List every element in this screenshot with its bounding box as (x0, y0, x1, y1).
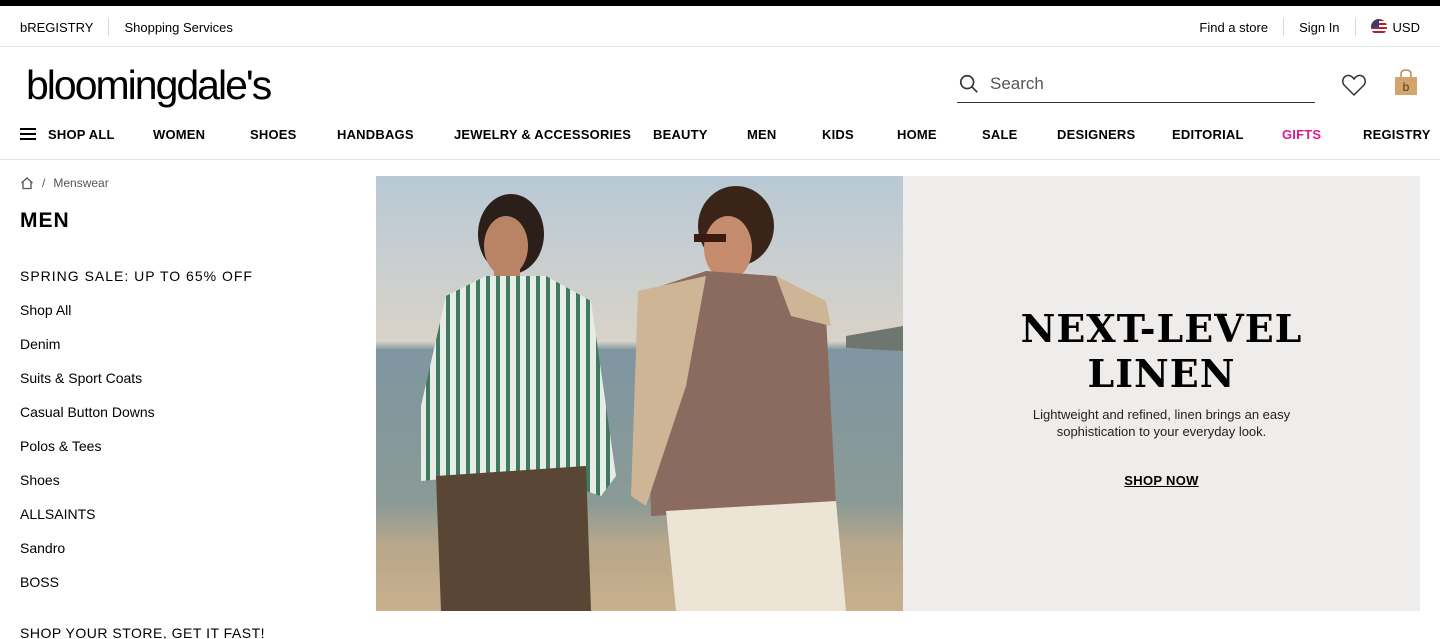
hero-headline-line2: LINEN (1087, 351, 1236, 396)
page-title: MEN (20, 209, 70, 232)
nav-sale[interactable]: SALE (982, 127, 1017, 142)
sidebar-item-boss[interactable]: BOSS (20, 574, 253, 608)
sidebar-item-denim[interactable]: Denim (20, 336, 253, 370)
sidebar-item-polos-tees[interactable]: Polos & Tees (20, 438, 253, 472)
utility-left: bREGISTRY Shopping Services (20, 18, 233, 36)
search-input[interactable] (990, 74, 1290, 94)
hero-headline-line1: NEXT-LEVEL (1020, 306, 1303, 351)
registry-link[interactable]: bREGISTRY (20, 20, 93, 35)
shop-now-link[interactable]: SHOP NOW (903, 473, 1420, 488)
hero-headline: NEXT-LEVEL LINEN (903, 306, 1420, 396)
nav-gifts[interactable]: GIFTS (1282, 127, 1321, 142)
divider (1283, 18, 1285, 36)
hero-text-panel: NEXT-LEVEL LINEN Lightweight and refined… (903, 176, 1420, 611)
sidebar-item-sandro[interactable]: Sandro (20, 540, 253, 574)
hero-subtext: Lightweight and refined, linen brings an… (1032, 407, 1291, 439)
shopping-bag-icon[interactable]: b (1394, 69, 1418, 96)
breadcrumb-separator: / (42, 176, 46, 190)
hero-banner[interactable]: NEXT-LEVEL LINEN Lightweight and refined… (376, 176, 1420, 611)
hero-photo[interactable] (376, 176, 903, 611)
search-icon[interactable] (958, 73, 980, 95)
sidebar-item-allsaints[interactable]: ALLSAINTS (20, 506, 253, 540)
sidebar-item-casual-button-downs[interactable]: Casual Button Downs (20, 404, 253, 438)
sidebar-item-shop-all[interactable]: Shop All (20, 302, 253, 336)
main-nav: SHOP ALL WOMEN SHOES HANDBAGS JEWELRY & … (0, 118, 1440, 160)
site-logo[interactable]: bloomingdale's (26, 60, 272, 110)
currency-selector[interactable]: USD (1393, 20, 1420, 35)
nav-women[interactable]: WOMEN (153, 127, 205, 142)
nav-kids[interactable]: KIDS (822, 127, 854, 142)
find-store-link[interactable]: Find a store (1199, 20, 1268, 35)
nav-shoes[interactable]: SHOES (250, 127, 297, 142)
home-icon[interactable] (20, 176, 34, 190)
nav-home[interactable]: HOME (897, 127, 937, 142)
hero-image (376, 176, 903, 611)
us-flag-icon[interactable] (1370, 19, 1387, 35)
nav-handbags[interactable]: HANDBAGS (337, 127, 414, 142)
search-bar (957, 66, 1315, 103)
nav-editorial[interactable]: EDITORIAL (1172, 127, 1244, 142)
breadcrumb-current[interactable]: Menswear (53, 176, 108, 190)
utility-bar: bREGISTRY Shopping Services Find a store… (0, 6, 1440, 47)
nav-jewelry-accessories[interactable]: JEWELRY & ACCESSORIES (454, 127, 631, 142)
sidebar-item-suits[interactable]: Suits & Sport Coats (20, 370, 253, 404)
hamburger-icon[interactable] (20, 128, 36, 140)
svg-text:b: b (1403, 80, 1410, 94)
sidebar-heading[interactable]: SPRING SALE: UP TO 65% OFF (20, 268, 253, 302)
breadcrumb: / Menswear (20, 176, 109, 190)
sidebar-heading-store[interactable]: SHOP YOUR STORE, GET IT FAST! (20, 625, 265, 639)
nav-designers[interactable]: DESIGNERS (1057, 127, 1135, 142)
divider (1354, 18, 1356, 36)
sidebar-nav: SPRING SALE: UP TO 65% OFF Shop All Deni… (20, 268, 253, 608)
heart-icon[interactable] (1341, 73, 1367, 97)
divider (108, 18, 110, 36)
nav-beauty[interactable]: BEAUTY (653, 127, 708, 142)
sign-in-link[interactable]: Sign In (1299, 20, 1339, 35)
utility-right: Find a store Sign In USD (1199, 18, 1420, 36)
nav-shop-all[interactable]: SHOP ALL (48, 127, 115, 142)
sidebar-item-shoes[interactable]: Shoes (20, 472, 253, 506)
nav-registry[interactable]: REGISTRY (1363, 127, 1431, 142)
nav-men[interactable]: MEN (747, 127, 777, 142)
shopping-services-link[interactable]: Shopping Services (124, 20, 232, 35)
